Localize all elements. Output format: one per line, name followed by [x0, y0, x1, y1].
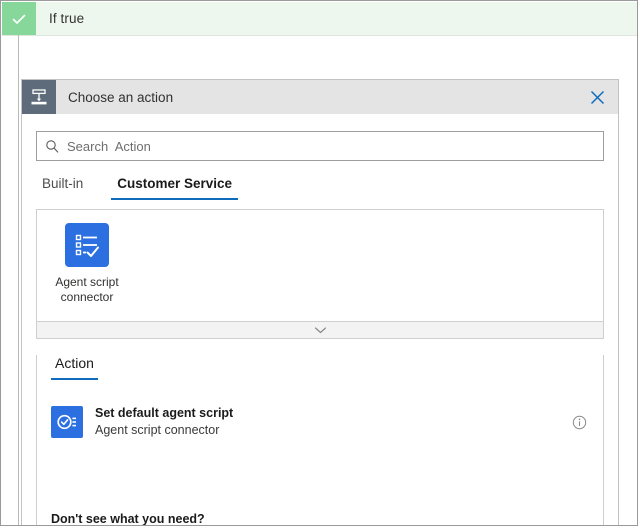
close-icon[interactable]: [580, 80, 614, 114]
results-tabs: Action: [51, 355, 603, 380]
search-box[interactable]: [36, 131, 604, 161]
agent-script-checklist-icon: [65, 223, 109, 267]
feedback-question: Don't see what you need?: [51, 512, 342, 526]
search-icon: [37, 139, 67, 153]
branch-label: If true: [49, 11, 84, 26]
connector-name: Agent script connector: [44, 275, 130, 305]
list-item-text: Set default agent script Agent script co…: [95, 405, 569, 439]
connector-tabs: Built-in Customer Service: [36, 174, 604, 205]
connector-tile-agent-script[interactable]: Agent script connector: [37, 210, 137, 305]
tab-customer-service[interactable]: Customer Service: [111, 174, 238, 200]
results-panel: Action Set default agent script Agent sc…: [36, 355, 604, 526]
tab-action-label: Action: [55, 355, 94, 371]
list-item-title: Set default agent script: [95, 405, 569, 422]
set-default-agent-script-icon: [51, 406, 83, 438]
tab-built-in[interactable]: Built-in: [36, 174, 89, 200]
tab-action[interactable]: Action: [51, 355, 98, 380]
list-item-subtitle: Agent script connector: [95, 422, 569, 439]
chevron-down-icon: [314, 321, 327, 339]
feedback-footer: Don't see what you need? Let us know wha…: [37, 512, 356, 526]
insert-action-icon: [22, 80, 56, 114]
check-icon: [2, 2, 36, 35]
tab-built-in-label: Built-in: [42, 176, 83, 191]
connector-gallery: Agent script connector: [36, 209, 604, 322]
choose-an-action-dialog: Choose an action Built-in: [21, 79, 619, 526]
tab-customer-service-label: Customer Service: [117, 176, 232, 191]
dialog-title: Choose an action: [68, 90, 173, 105]
gallery-collapse-toggle[interactable]: [36, 322, 604, 339]
branch-header-if-true: If true: [2, 2, 638, 36]
list-item[interactable]: Set default agent script Agent script co…: [37, 400, 603, 444]
info-icon[interactable]: [569, 412, 589, 432]
flow-connector-rail: [18, 35, 19, 526]
dialog-header: Choose an action: [22, 80, 618, 114]
search-input[interactable]: [67, 132, 603, 160]
flow-designer-page: If true Choose an action: [0, 0, 638, 526]
